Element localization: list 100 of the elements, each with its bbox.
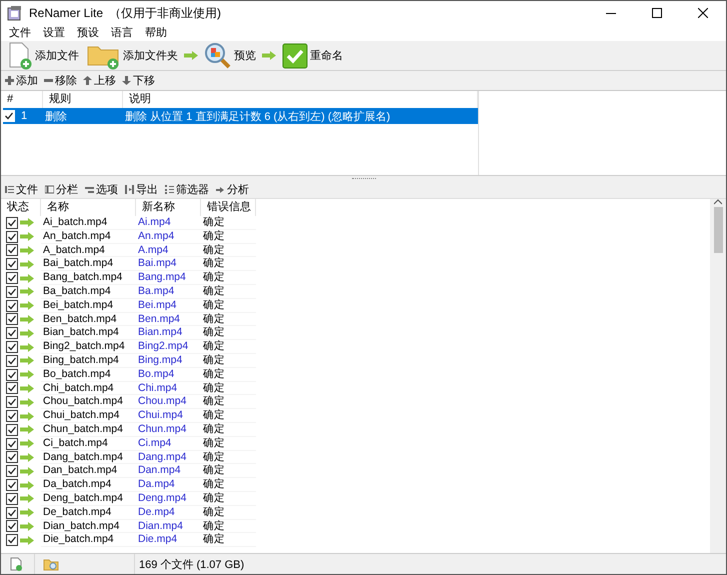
table-cell: 确定 [201, 326, 256, 340]
table-cell: 确定 [201, 436, 256, 451]
add-file-icon[interactable] [9, 557, 23, 571]
close-icon [698, 8, 708, 18]
table-cell: 确定 [201, 298, 256, 313]
checkbox[interactable] [6, 300, 18, 312]
table-cell: Dang.mp4 [136, 450, 201, 464]
menu-item[interactable]: 文件 [3, 25, 37, 41]
checkbox[interactable] [6, 451, 18, 464]
checkbox[interactable] [6, 354, 18, 367]
table-cell: 确定 [201, 354, 256, 368]
down-arrow-icon [122, 76, 131, 85]
menu-item[interactable]: 预设 [71, 25, 105, 41]
toolbar-button[interactable]: 选项 [85, 182, 118, 197]
toolbar-button[interactable]: 文件 [5, 182, 38, 197]
export-icon [125, 185, 134, 194]
checkbox[interactable] [6, 272, 18, 284]
checkbox[interactable] [6, 286, 18, 298]
column-header[interactable]: 新名称 [136, 199, 201, 216]
table-cell: 确定 [201, 450, 256, 464]
arrow-icon [20, 232, 34, 242]
table-cell: 确定 [201, 368, 256, 382]
toolbar-button[interactable]: 筛选器 [165, 182, 209, 197]
list-icon [5, 185, 14, 194]
toolbar-button[interactable]: 移除 [44, 73, 77, 88]
table-cell: Bing2_batch.mp4 [41, 340, 136, 354]
toolbar-button[interactable]: 下移 [122, 73, 155, 88]
menu-item[interactable]: 语言 [105, 25, 139, 41]
table-cell: Ci.mp4 [136, 436, 201, 451]
table-cell-text: 删除 [45, 110, 68, 124]
menu-item[interactable]: 帮助 [139, 25, 173, 41]
table-cell: 确定 [201, 533, 256, 548]
toolbar-button[interactable]: 添加文件 [5, 42, 81, 70]
checkbox[interactable] [6, 368, 18, 381]
arrow-icon [20, 398, 34, 407]
checkbox[interactable] [6, 216, 18, 229]
table-cell: Dan_batch.mp4 [41, 464, 136, 478]
column-header[interactable]: 错误信息 [201, 199, 256, 216]
table-cell: 确定 [201, 492, 256, 506]
arrow-icon [20, 356, 34, 366]
arrow-icon [184, 51, 198, 60]
table-cell: Bing_batch.mp4 [41, 354, 136, 368]
scrollbar-thumb[interactable] [714, 207, 722, 253]
plus-icon [5, 76, 14, 85]
table-cell: Die.mp4 [136, 533, 201, 548]
arrow-icon [20, 439, 34, 448]
up-arrow-icon [83, 76, 92, 85]
column-header[interactable]: 名称 [41, 199, 136, 216]
checkbox[interactable] [6, 341, 18, 354]
rule-row[interactable]: 1 删除 删除 从位置 1 直到满足计数 6 (从右到左) (忽略扩展名) [3, 108, 478, 124]
checkbox[interactable] [6, 396, 18, 408]
toolbar-button[interactable]: 上移 [83, 73, 116, 88]
checkbox[interactable] [6, 382, 18, 394]
table-cell: Bang_batch.mp4 [41, 271, 136, 285]
arrow-icon [20, 218, 34, 228]
checkbox[interactable] [6, 465, 18, 478]
toolbar-button[interactable]: 分析 [216, 182, 249, 197]
table-cell: 确定 [201, 312, 256, 326]
arrow-icon [20, 370, 34, 380]
checkbox[interactable] [6, 410, 18, 422]
table-cell: A.mp4 [136, 244, 201, 258]
scroll-up-icon[interactable] [714, 199, 722, 205]
toolbar-button[interactable]: 添加文件夹 [85, 42, 180, 70]
checkbox[interactable] [6, 492, 18, 505]
arrow-icon [20, 260, 34, 269]
toolbar-button[interactable]: 预览 [202, 42, 258, 70]
menu-item[interactable]: 设置 [37, 25, 71, 41]
checkbox[interactable] [6, 534, 18, 546]
table-cell: Ben_batch.mp4 [41, 312, 136, 326]
window-subtitle: （仅用于非商业使用) [109, 4, 222, 22]
checkbox[interactable] [6, 438, 18, 450]
toolbar-button[interactable]: 导出 [125, 182, 158, 197]
table-cell: Ai_batch.mp4 [41, 216, 136, 230]
table-cell: Dang_batch.mp4 [41, 450, 136, 464]
folder-search-icon[interactable] [43, 557, 59, 571]
checkbox[interactable] [6, 313, 18, 326]
table-cell: 确定 [201, 464, 256, 478]
checkbox[interactable] [6, 506, 18, 519]
checkbox[interactable] [6, 479, 18, 492]
table-cell: Ci_batch.mp4 [41, 436, 136, 451]
table-cell: Chi_batch.mp4 [41, 382, 136, 396]
table-cell: Dian_batch.mp4 [41, 520, 136, 534]
arrow-icon [262, 51, 276, 60]
checkbox[interactable] [6, 244, 18, 256]
table-cell: Chun_batch.mp4 [41, 422, 136, 437]
column-header[interactable]: 状态 [1, 199, 41, 216]
toolbar-button[interactable]: 重命名 [280, 42, 345, 70]
checkbox[interactable] [6, 258, 18, 270]
table-cell: A_batch.mp4 [41, 244, 136, 258]
checkbox[interactable] [6, 424, 18, 436]
checkbox[interactable] [6, 230, 18, 243]
checkbox[interactable] [6, 327, 18, 340]
toolbar-button[interactable]: 添加 [5, 73, 38, 88]
table-cell: Bing.mp4 [136, 354, 201, 368]
checkbox[interactable] [6, 520, 18, 532]
toolbar-button[interactable]: 分栏 [45, 182, 78, 197]
arrow-icon [20, 287, 34, 296]
window-title: ReNamer Lite [29, 6, 104, 20]
table-cell: 确定 [201, 216, 256, 230]
table-cell: 确定 [201, 422, 256, 437]
